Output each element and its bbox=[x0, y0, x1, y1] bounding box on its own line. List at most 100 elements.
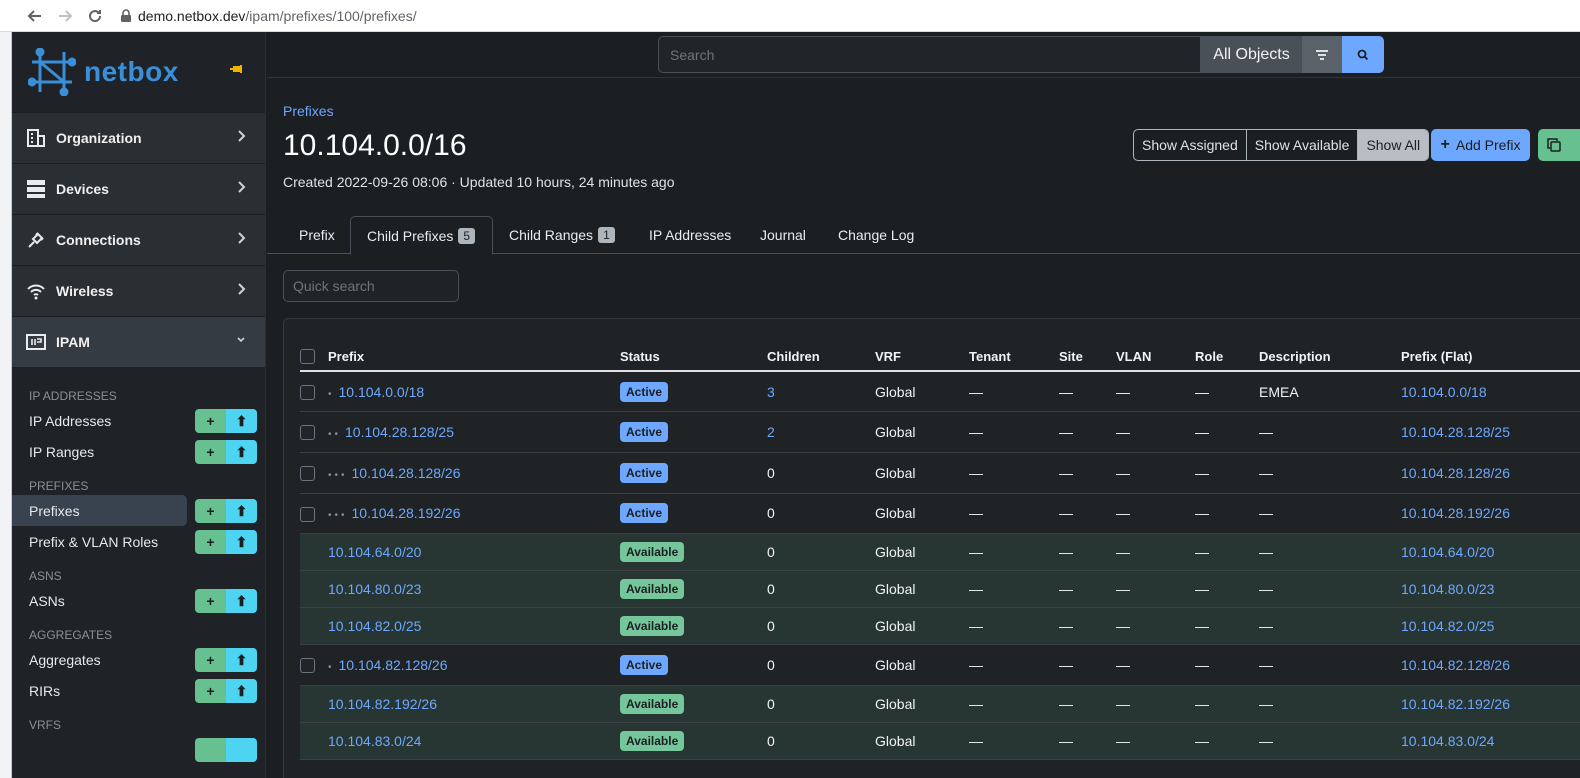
status-badge: Available bbox=[620, 579, 685, 600]
column-header[interactable]: Status bbox=[620, 341, 767, 372]
quick-search-input[interactable]: Quick search bbox=[283, 270, 459, 302]
search-button[interactable] bbox=[1342, 36, 1384, 73]
column-header[interactable]: Children bbox=[767, 341, 875, 372]
breadcrumb[interactable]: Prefixes bbox=[283, 103, 334, 119]
add-button[interactable]: + bbox=[195, 679, 226, 703]
add-button[interactable]: + bbox=[195, 409, 226, 433]
import-button[interactable]: ⬆ bbox=[226, 589, 257, 613]
sidebar-item-prefixes[interactable]: Prefixes + ⬆ bbox=[12, 495, 257, 526]
prefix-link[interactable]: 10.104.28.192/26 bbox=[352, 505, 461, 521]
show-all-button[interactable]: Show All bbox=[1358, 130, 1429, 160]
add-button[interactable]: + bbox=[195, 530, 226, 554]
row-checkbox[interactable] bbox=[300, 506, 315, 522]
add-button[interactable]: + bbox=[195, 648, 226, 672]
address-bar[interactable]: demo.netbox.dev/ipam/prefixes/100/prefix… bbox=[120, 2, 417, 30]
import-button[interactable]: ⬆ bbox=[226, 530, 257, 554]
sidebar-item-asns[interactable]: ASNs + ⬆ bbox=[12, 585, 265, 616]
import-button[interactable]: ⬆ bbox=[226, 440, 257, 464]
search-filter-button[interactable] bbox=[1302, 36, 1342, 73]
prefix-link[interactable]: 10.104.82.128/26 bbox=[339, 657, 448, 673]
add-button[interactable]: + bbox=[195, 440, 226, 464]
tab-change-log[interactable]: Change Log bbox=[838, 216, 914, 254]
search-input[interactable]: Search bbox=[658, 36, 1201, 73]
children-count[interactable]: 2 bbox=[767, 424, 775, 440]
tab-journal[interactable]: Journal bbox=[760, 216, 806, 254]
children-count[interactable]: 3 bbox=[767, 384, 775, 400]
show-available-button[interactable]: Show Available bbox=[1247, 130, 1359, 160]
show-assigned-button[interactable]: Show Assigned bbox=[1134, 130, 1247, 160]
column-header[interactable]: VRF bbox=[875, 341, 969, 372]
column-header[interactable]: Prefix (Flat) bbox=[1401, 341, 1580, 372]
menu-section-devices[interactable]: Devices bbox=[12, 163, 265, 214]
menu-section-wireless[interactable]: Wireless bbox=[12, 265, 265, 316]
import-button[interactable]: ⬆ bbox=[226, 409, 257, 433]
prefix-link[interactable]: 10.104.0.0/18 bbox=[339, 384, 425, 400]
row-checkbox[interactable] bbox=[300, 466, 315, 482]
column-header[interactable]: Description bbox=[1259, 341, 1401, 372]
brand[interactable]: netbox bbox=[12, 32, 265, 112]
prefix-link[interactable]: 10.104.80.0/23 bbox=[328, 581, 421, 597]
import-button[interactable]: ⬆ bbox=[226, 648, 257, 672]
vlan-cell: — bbox=[1116, 644, 1195, 686]
prefix-flat-link[interactable]: 10.104.0.0/18 bbox=[1401, 384, 1487, 400]
sidebar: netbox Organization Devices Connections … bbox=[12, 32, 266, 778]
column-header[interactable]: Prefix bbox=[328, 341, 620, 372]
import-button[interactable]: ⬆ bbox=[226, 499, 257, 523]
add-button[interactable]: + bbox=[195, 499, 226, 523]
tenant-cell: — bbox=[969, 411, 1059, 453]
prefix-link[interactable]: 10.104.83.0/24 bbox=[328, 733, 421, 749]
pin-icon[interactable] bbox=[230, 64, 244, 74]
prefix-link[interactable]: 10.104.28.128/26 bbox=[352, 465, 461, 481]
back-button[interactable] bbox=[20, 1, 50, 31]
sidebar-item-rirs[interactable]: RIRs + ⬆ bbox=[12, 675, 265, 706]
add-prefix-button[interactable]: + Add Prefix bbox=[1431, 129, 1530, 161]
vlan-cell: — bbox=[1116, 493, 1195, 535]
prefix-link[interactable]: 10.104.82.0/25 bbox=[328, 618, 421, 634]
reload-button[interactable] bbox=[80, 1, 110, 31]
prefix-flat-link[interactable]: 10.104.80.0/23 bbox=[1401, 581, 1494, 597]
prefix-flat-link[interactable]: 10.104.28.128/26 bbox=[1401, 465, 1510, 481]
column-header[interactable]: Role bbox=[1195, 341, 1259, 372]
menu-section-organization[interactable]: Organization bbox=[12, 112, 265, 163]
sidebar-item-prefix-vlan-roles[interactable]: Prefix & VLAN Roles + ⬆ bbox=[12, 526, 265, 557]
sidebar-item-ip-addresses[interactable]: IP Addresses + ⬆ bbox=[12, 405, 265, 436]
prefix-flat-link[interactable]: 10.104.82.128/26 bbox=[1401, 657, 1510, 673]
tab-prefix[interactable]: Prefix bbox=[299, 216, 335, 254]
import-button[interactable]: ⬆ bbox=[226, 679, 257, 703]
row-checkbox[interactable] bbox=[300, 658, 315, 674]
column-header[interactable]: Site bbox=[1059, 341, 1116, 372]
search-scope-dropdown[interactable]: All Objects bbox=[1201, 36, 1302, 73]
menu-section-ipam[interactable]: IPAM bbox=[12, 316, 265, 367]
select-all-checkbox[interactable] bbox=[300, 349, 315, 364]
site-cell: — bbox=[1059, 533, 1116, 572]
row-checkbox[interactable] bbox=[300, 425, 315, 441]
sidebar-item-ip-ranges[interactable]: IP Ranges + ⬆ bbox=[12, 436, 265, 467]
prefix-link[interactable]: 10.104.82.192/26 bbox=[328, 696, 437, 712]
tab-child-ranges[interactable]: Child Ranges 1 bbox=[509, 216, 615, 254]
prefix-flat-link[interactable]: 10.104.82.0/25 bbox=[1401, 618, 1494, 634]
prefix-link[interactable]: 10.104.64.0/20 bbox=[328, 544, 421, 560]
add-button[interactable]: + bbox=[195, 589, 226, 613]
import-button[interactable] bbox=[226, 738, 257, 762]
column-header[interactable]: VLAN bbox=[1116, 341, 1195, 372]
row-checkbox[interactable] bbox=[300, 384, 315, 400]
tab-ip-addresses[interactable]: IP Addresses bbox=[649, 216, 731, 254]
sidebar-item-aggregates[interactable]: Aggregates + ⬆ bbox=[12, 644, 265, 675]
plus-icon: + bbox=[1440, 136, 1450, 153]
lock-icon bbox=[121, 8, 131, 22]
menu-section-connections[interactable]: Connections bbox=[12, 214, 265, 265]
url-host: demo.netbox.dev bbox=[138, 7, 246, 24]
prefix-flat-link[interactable]: 10.104.28.192/26 bbox=[1401, 505, 1510, 521]
prefix-flat-link[interactable]: 10.104.83.0/24 bbox=[1401, 733, 1494, 749]
tenant-cell: — bbox=[969, 685, 1059, 723]
column-header[interactable]: Tenant bbox=[969, 341, 1059, 372]
prefix-link[interactable]: 10.104.28.128/25 bbox=[345, 424, 454, 440]
tab-child-prefixes[interactable]: Child Prefixes 5 bbox=[350, 216, 493, 255]
clone-button[interactable] bbox=[1538, 129, 1580, 161]
forward-button[interactable] bbox=[50, 1, 80, 31]
depth-indicator: • bbox=[328, 662, 335, 674]
prefix-flat-link[interactable]: 10.104.64.0/20 bbox=[1401, 544, 1494, 560]
prefix-flat-link[interactable]: 10.104.82.192/26 bbox=[1401, 696, 1510, 712]
prefix-flat-link[interactable]: 10.104.28.128/25 bbox=[1401, 424, 1510, 440]
add-button[interactable] bbox=[195, 738, 226, 762]
